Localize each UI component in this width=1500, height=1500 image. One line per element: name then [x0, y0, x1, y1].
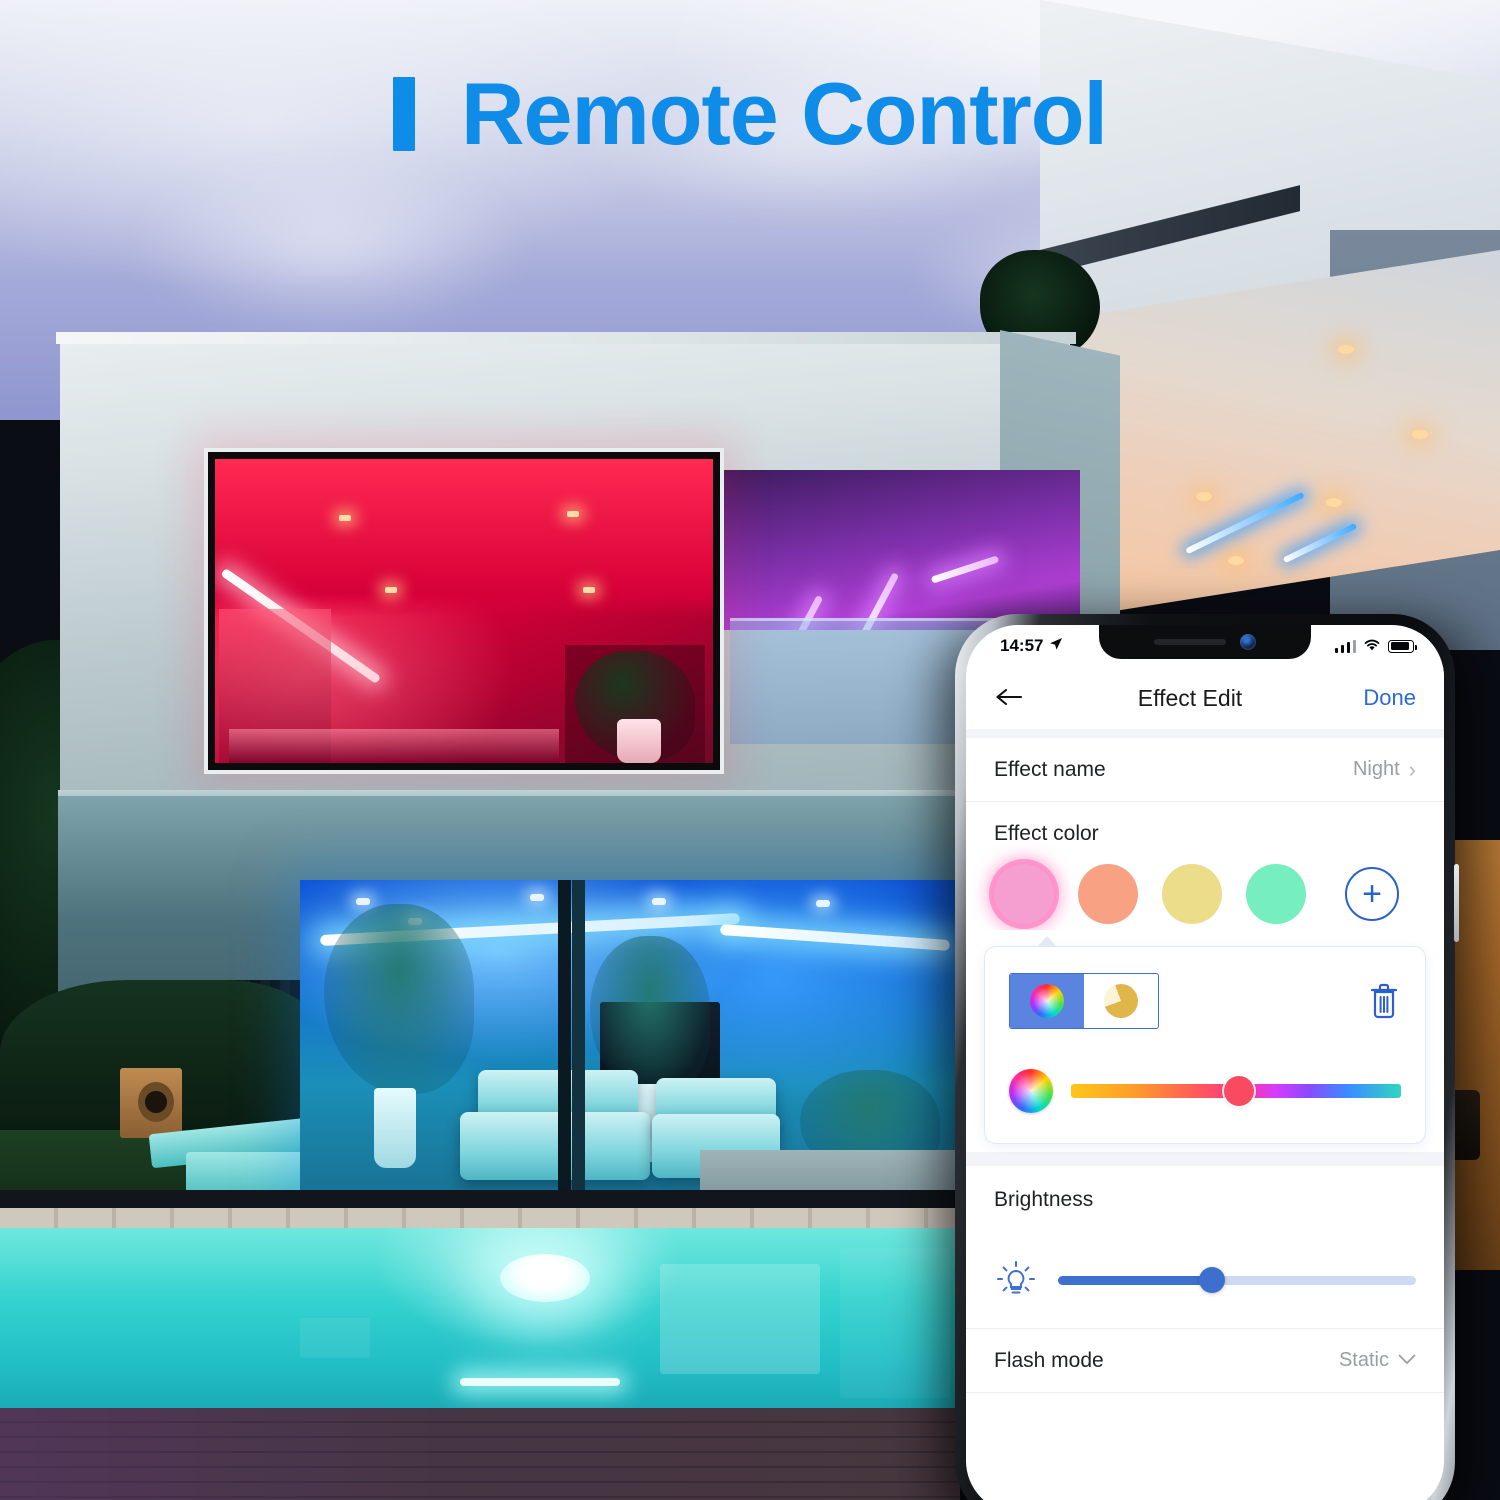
- page-title: Remote Control: [461, 64, 1108, 163]
- card-top-row: [1009, 973, 1401, 1029]
- chevron-right-icon: ›: [1408, 756, 1416, 782]
- ceiling-spotlight: [1228, 556, 1244, 565]
- status-bar-right: [1334, 636, 1417, 656]
- done-button[interactable]: Done: [1326, 685, 1416, 711]
- plant-vase: [374, 1088, 416, 1168]
- section-divider: [966, 1152, 1444, 1166]
- mode-rgb-color-wheel[interactable]: [1010, 974, 1084, 1028]
- color-swatch-pink[interactable]: [994, 864, 1054, 924]
- chevron-down-icon: [1398, 1353, 1416, 1369]
- ceiling-spotlight: [530, 894, 544, 901]
- page-header-title: Effect Edit: [1137, 684, 1243, 711]
- color-wheel-icon: [1030, 984, 1064, 1018]
- phone-screen: 14:57 Effect Edit Done Effect name Night…: [966, 625, 1444, 1500]
- window-mullion: [572, 880, 585, 1210]
- purple-lit-room: [700, 470, 1080, 630]
- status-time: 14:57: [1000, 636, 1044, 655]
- ceiling-spotlight: [339, 515, 351, 521]
- mode-warm-white[interactable]: [1084, 974, 1158, 1028]
- flash-mode-value: Static: [1338, 1349, 1389, 1371]
- cellular-signal-icon: [1334, 639, 1356, 653]
- plant-pot: [617, 719, 661, 763]
- hue-slider-track[interactable]: [1071, 1076, 1401, 1106]
- ceiling-spotlight: [385, 587, 397, 593]
- effect-color-label: Effect color: [966, 802, 1444, 852]
- pool-led-strip: [460, 1378, 620, 1386]
- brightness-slider-thumb[interactable]: [1198, 1267, 1225, 1293]
- lightbulb-icon: [994, 1258, 1038, 1302]
- phone-mockup: 14:57 Effect Edit Done Effect name Night…: [939, 614, 1479, 1500]
- pool-coping: [0, 1208, 960, 1230]
- ceiling-spotlight: [567, 511, 579, 517]
- ceiling-spotlight: [816, 900, 830, 907]
- card-pointer-caret: [1037, 936, 1057, 947]
- front-camera-icon: [1240, 634, 1256, 650]
- color-swatch-pale-yellow[interactable]: [1162, 864, 1222, 924]
- color-editor-card-wrap: [966, 930, 1444, 1152]
- pool-reflection: [840, 1248, 950, 1398]
- red-ceiling: [215, 459, 713, 618]
- brightness-slider-fill: [1058, 1275, 1212, 1285]
- app-nav-bar: Effect Edit Done: [966, 667, 1444, 729]
- status-bar-left: 14:57: [1000, 636, 1063, 656]
- section-divider: [966, 729, 1444, 738]
- trash-icon[interactable]: [1367, 981, 1401, 1021]
- pool-reflection: [660, 1264, 820, 1374]
- led-tube-purple: [930, 555, 1000, 584]
- effect-name-value-group: Night ›: [1353, 758, 1416, 781]
- effect-name-value: Night: [1352, 758, 1400, 780]
- flash-mode-row[interactable]: Flash mode Static: [966, 1329, 1444, 1393]
- color-wheel-icon[interactable]: [1009, 1069, 1053, 1113]
- back-arrow-icon[interactable]: [994, 685, 1054, 712]
- phone-body: 14:57 Effect Edit Done Effect name Night…: [955, 614, 1459, 1500]
- ceiling-spotlight: [1326, 498, 1342, 507]
- vertical-bar-icon: [393, 77, 415, 151]
- ceiling-spotlight: [652, 898, 666, 905]
- location-arrow-icon: [1049, 636, 1063, 656]
- color-editor-card: [984, 936, 1426, 1144]
- deck-color-tint: [0, 1408, 960, 1500]
- brightness-slider-row: [994, 1258, 1416, 1302]
- window-mullion: [558, 880, 571, 1210]
- ceiling-spotlight: [356, 898, 370, 905]
- brightness-label: Brightness: [994, 1188, 1094, 1211]
- ceiling-spotlight: [1338, 345, 1354, 354]
- flash-mode-label: Flash mode: [994, 1348, 1104, 1372]
- flash-mode-value-group: Static: [1339, 1349, 1416, 1372]
- hue-slider-row: [1009, 1069, 1401, 1113]
- ceiling-spotlight: [1196, 492, 1212, 501]
- power-button[interactable]: [1454, 864, 1459, 942]
- add-color-button[interactable]: +: [1345, 867, 1399, 921]
- ceiling-spotlight: [1412, 430, 1428, 439]
- bed: [229, 729, 559, 763]
- battery-icon: [1388, 639, 1417, 653]
- wifi-icon: [1363, 636, 1381, 656]
- pool-reflection: [300, 1318, 370, 1358]
- phone-notch: [1099, 625, 1311, 659]
- color-swatch-salmon[interactable]: [1078, 864, 1138, 924]
- color-swatch-row: +: [966, 852, 1444, 930]
- sofa: [460, 1112, 650, 1180]
- heat-pump-fan: [138, 1082, 174, 1122]
- house-roof-cap: [56, 332, 1076, 344]
- earpiece-speaker-icon: [1154, 639, 1226, 645]
- banner-title-group: Remote Control: [0, 70, 1500, 158]
- swimming-pool: [0, 1228, 960, 1413]
- color-swatch-mint[interactable]: [1246, 864, 1306, 924]
- effect-name-row[interactable]: Effect name Night ›: [966, 738, 1444, 802]
- warm-white-pie-icon: [1104, 984, 1138, 1018]
- brightness-section: Brightness: [966, 1166, 1444, 1328]
- effect-name-label: Effect name: [994, 757, 1106, 781]
- hue-slider-thumb[interactable]: [1224, 1076, 1255, 1106]
- brightness-slider-track[interactable]: [1058, 1267, 1416, 1293]
- ceiling-spotlight: [583, 587, 595, 593]
- window-red-bedroom: [208, 452, 720, 770]
- floating-pool-light: [500, 1254, 590, 1302]
- poster-stage: Remote Control 14:57 Effect Edit Done Ef…: [0, 0, 1500, 1500]
- color-mode-toggle[interactable]: [1009, 973, 1159, 1029]
